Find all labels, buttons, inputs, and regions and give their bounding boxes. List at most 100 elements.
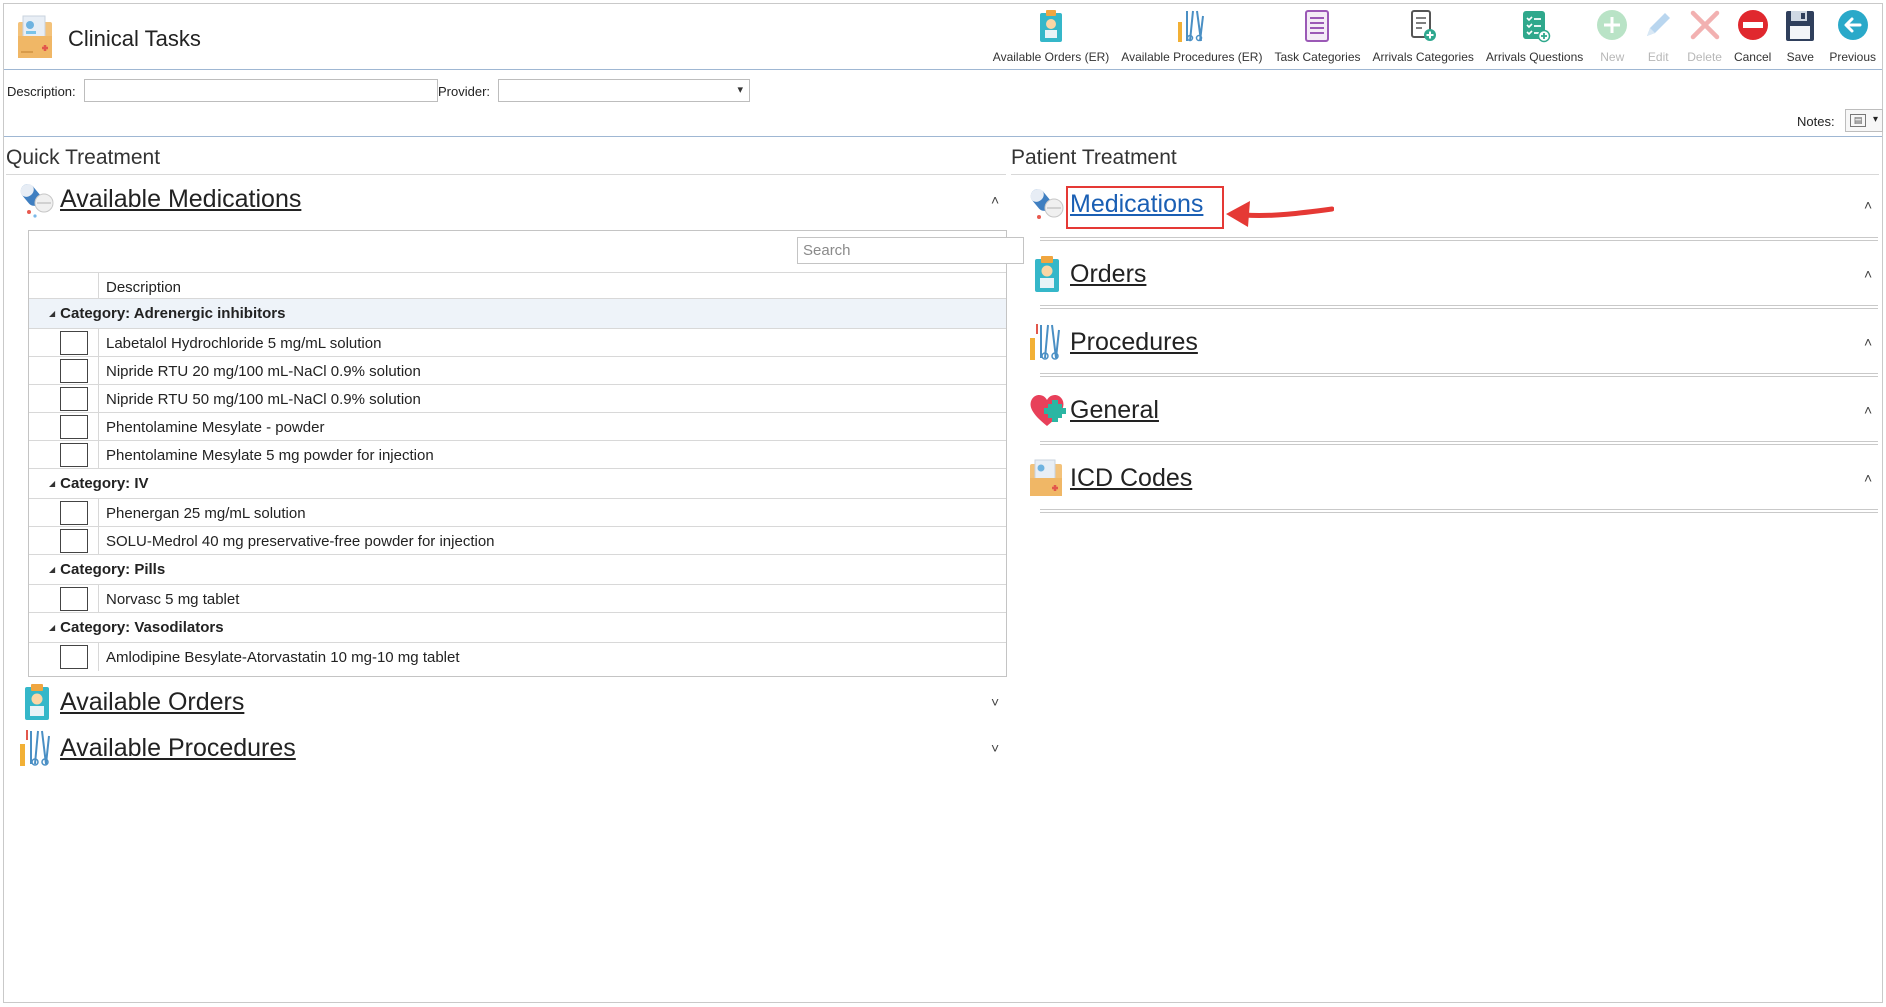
- list-item: Phentolamine Mesylate 5 mg powder for in…: [29, 441, 1006, 469]
- red-arrow-annotation: [1226, 201, 1334, 227]
- collapse-icon[interactable]: ˄: [1864, 266, 1872, 282]
- icd-codes-link[interactable]: ICD Codes: [1070, 464, 1192, 493]
- surgical-tools-icon: [20, 730, 50, 766]
- divider: [6, 174, 1006, 175]
- procedures-section-header[interactable]: Procedures: [1028, 322, 1198, 362]
- procedures-link[interactable]: Procedures: [1070, 328, 1198, 357]
- heart-plus-icon: [1030, 394, 1066, 426]
- general-section-header[interactable]: General: [1028, 390, 1159, 430]
- category-row[interactable]: ◢ Category: Adrenergic inhibitors: [29, 299, 1006, 329]
- cancel-button[interactable]: Cancel: [1728, 8, 1777, 64]
- list-item: Nipride RTU 50 mg/100 mL-NaCl 0.9% solut…: [29, 385, 1006, 413]
- column-header-description[interactable]: Description: [106, 279, 181, 296]
- app-window: Clinical Tasks Available Orders (ER) Ava…: [3, 3, 1883, 1003]
- general-link[interactable]: General: [1070, 396, 1159, 425]
- delete-button[interactable]: Delete: [1681, 8, 1728, 64]
- edit-button[interactable]: Edit: [1635, 8, 1681, 64]
- list-item: Norvasc 5 mg tablet: [29, 585, 1006, 613]
- collapse-triangle-icon[interactable]: ◢: [49, 479, 55, 488]
- item-label: Amlodipine Besylate-Atorvastatin 10 mg-1…: [106, 649, 460, 666]
- grid-rows: ◢ Category: Adrenergic inhibitors Labeta…: [29, 299, 1006, 671]
- patient-treatment-title: Patient Treatment: [1011, 146, 1177, 169]
- list-item: Nipride RTU 20 mg/100 mL-NaCl 0.9% solut…: [29, 357, 1006, 385]
- chevron-down-icon: ▾: [1872, 114, 1878, 125]
- collapse-icon[interactable]: ˄: [1864, 334, 1872, 350]
- category-label: Category: Adrenergic inhibitors: [60, 305, 286, 322]
- toolbar: Available Orders (ER) Available Procedur…: [987, 8, 1882, 68]
- collapse-triangle-icon[interactable]: ◢: [49, 623, 55, 632]
- app-title: Clinical Tasks: [68, 26, 201, 51]
- task-categories-button[interactable]: Task Categories: [1268, 8, 1366, 64]
- floppy-disk-icon: [1786, 11, 1815, 41]
- notes-dropdown[interactable]: ▤ ▾: [1845, 109, 1883, 132]
- toolbar-label: Cancel: [1733, 50, 1772, 64]
- description-input[interactable]: [84, 79, 438, 102]
- expand-icon[interactable]: ˅: [991, 740, 999, 756]
- available-medications-header[interactable]: Available Medications: [18, 179, 301, 219]
- item-checkbox[interactable]: [60, 529, 88, 553]
- column-separator: [98, 527, 99, 555]
- category-row[interactable]: ◢ Category: IV: [29, 469, 1006, 499]
- list-item: Phentolamine Mesylate - powder: [29, 413, 1006, 441]
- list-item: Phenergan 25 mg/mL solution: [29, 499, 1006, 527]
- collapse-icon[interactable]: ˄: [1864, 470, 1872, 486]
- item-label: SOLU-Medrol 40 mg preservative-free powd…: [106, 533, 495, 550]
- notes-label: Notes:: [1797, 114, 1835, 129]
- section-divider: [1040, 373, 1878, 377]
- collapse-icon[interactable]: ˄: [1864, 197, 1872, 213]
- item-checkbox[interactable]: [60, 443, 88, 467]
- header: Clinical Tasks Available Orders (ER) Ava…: [4, 4, 1882, 70]
- toolbar-label: Delete: [1687, 50, 1722, 64]
- orders-section-header[interactable]: Orders: [1028, 254, 1146, 294]
- available-procedures-title: Available Procedures: [60, 733, 296, 762]
- collapse-icon[interactable]: ˄: [991, 192, 999, 208]
- item-label: Phenergan 25 mg/mL solution: [106, 505, 306, 522]
- x-icon: [1690, 10, 1719, 40]
- item-checkbox[interactable]: [60, 415, 88, 439]
- toolbar-label: Edit: [1647, 50, 1669, 64]
- item-checkbox[interactable]: [60, 359, 88, 383]
- provider-select[interactable]: ▾: [498, 79, 750, 102]
- toolbar-label: Arrivals Questions: [1485, 50, 1584, 64]
- arrivals-categories-button[interactable]: Arrivals Categories: [1367, 8, 1480, 64]
- item-checkbox[interactable]: [60, 331, 88, 355]
- surgical-tools-icon: [1030, 324, 1060, 360]
- item-label: Labetalol Hydrochloride 5 mg/mL solution: [106, 335, 382, 352]
- item-checkbox[interactable]: [60, 387, 88, 411]
- collapse-icon[interactable]: ˄: [1864, 402, 1872, 418]
- available-orders-er-button[interactable]: Available Orders (ER): [987, 8, 1115, 64]
- item-label: Norvasc 5 mg tablet: [106, 591, 240, 608]
- surgical-tools-icon: [1177, 10, 1204, 42]
- column-separator: [98, 643, 99, 671]
- collapse-triangle-icon[interactable]: ◢: [49, 565, 55, 574]
- orders-link[interactable]: Orders: [1070, 260, 1146, 289]
- expand-icon[interactable]: ˅: [991, 694, 999, 710]
- available-orders-header[interactable]: Available Orders: [18, 682, 244, 722]
- divider: [1011, 174, 1879, 175]
- toolbar-label: Task Categories: [1274, 50, 1361, 64]
- medical-folder-icon: [1030, 459, 1062, 496]
- icd-codes-section-header[interactable]: ICD Codes: [1028, 458, 1192, 498]
- previous-button[interactable]: Previous: [1823, 8, 1882, 64]
- clipboard-doctor-icon: [1040, 10, 1063, 42]
- column-separator: [98, 585, 99, 613]
- item-checkbox[interactable]: [60, 645, 88, 669]
- column-separator: [98, 385, 99, 413]
- available-medications-grid: Description ◢ Category: Adrenergic inhib…: [28, 230, 1024, 677]
- column-separator: [98, 329, 99, 357]
- toolbar-label: Save: [1786, 50, 1814, 64]
- category-row[interactable]: ◢ Category: Pills: [29, 555, 1006, 585]
- new-button[interactable]: New: [1589, 8, 1635, 64]
- category-row[interactable]: ◢ Category: Vasodilators: [29, 613, 1006, 643]
- save-button[interactable]: Save: [1777, 8, 1823, 64]
- available-procedures-header[interactable]: Available Procedures: [18, 728, 296, 768]
- item-checkbox[interactable]: [60, 501, 88, 525]
- available-procedures-er-button[interactable]: Available Procedures (ER): [1115, 8, 1268, 64]
- search-input[interactable]: [797, 237, 1024, 264]
- toolbar-label: Arrivals Categories: [1372, 50, 1474, 64]
- item-checkbox[interactable]: [60, 587, 88, 611]
- arrivals-questions-button[interactable]: Arrivals Questions: [1480, 8, 1589, 64]
- collapse-triangle-icon[interactable]: ◢: [49, 309, 55, 318]
- clipboard-doctor-icon: [25, 684, 49, 720]
- checklist-add-icon: [1522, 11, 1550, 43]
